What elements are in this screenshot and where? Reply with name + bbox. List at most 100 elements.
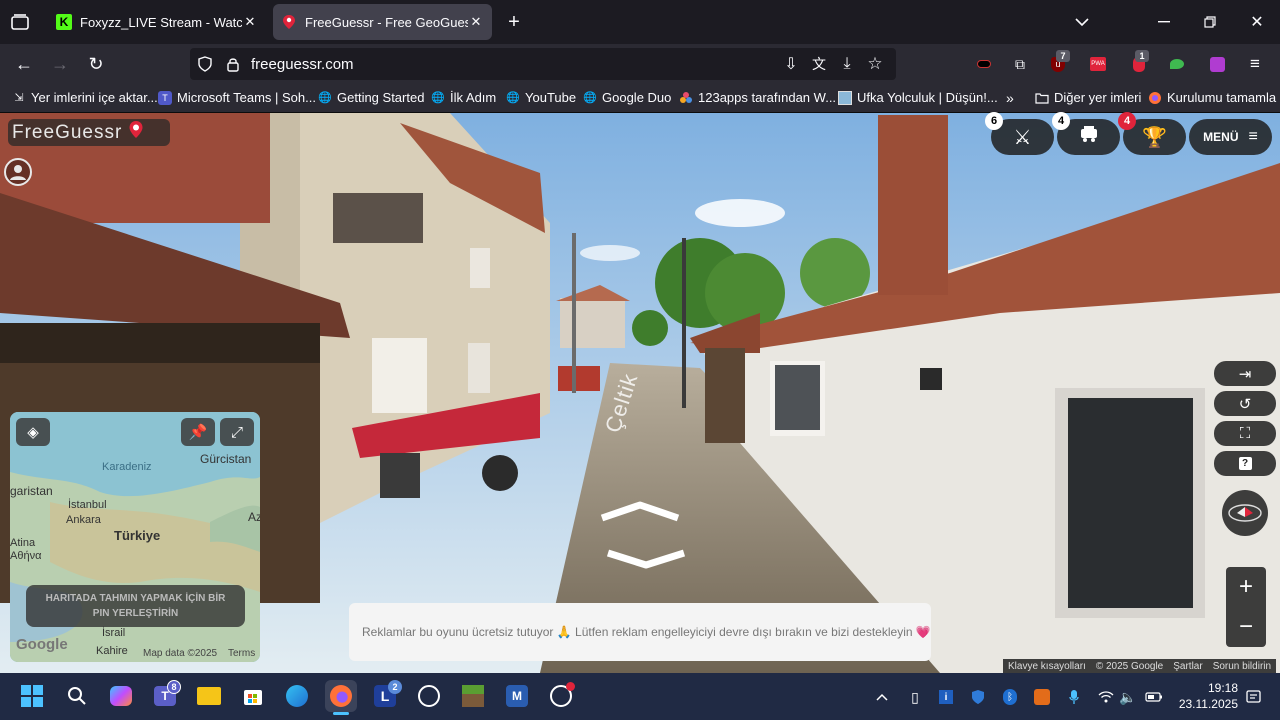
windows-start-icon[interactable]: [16, 680, 48, 712]
keyboard-shortcuts-link[interactable]: Klavye kısayolları: [1003, 661, 1091, 672]
terms-link[interactable]: Şartlar: [1168, 661, 1207, 672]
sync-app-icon[interactable]: [1032, 687, 1052, 707]
fullscreen-icon: ⛶: [1239, 425, 1251, 442]
extension-leaf-icon[interactable]: [1168, 55, 1186, 73]
fullscreen-button[interactable]: ⛶: [1214, 421, 1276, 446]
proton-vpn-icon[interactable]: [413, 680, 445, 712]
tracking-shield-icon[interactable]: [196, 55, 214, 73]
bookmark-label: Kurulumu tamamla: [1167, 90, 1277, 105]
extension-purple-icon[interactable]: [1208, 55, 1226, 73]
map-label-bulgaria: garistan: [10, 484, 53, 498]
close-window-icon[interactable]: ✕: [1247, 12, 1267, 32]
zoom-out-button[interactable]: −: [1226, 610, 1266, 644]
help-button[interactable]: ?: [1214, 451, 1276, 476]
firefox-taskbar-icon[interactable]: [325, 680, 357, 712]
chatgpt-notification-dot: [566, 682, 575, 691]
windows-taskbar: [0, 673, 1280, 720]
active-app-indicator: [333, 712, 349, 715]
info-app-icon[interactable]: i: [936, 687, 956, 707]
pushpin-icon: 📌: [188, 424, 208, 441]
return-to-start-button[interactable]: ↺: [1214, 391, 1276, 416]
bookmark-label: Yer imlerini içe aktar...: [31, 90, 158, 105]
extension-dark-icon[interactable]: [975, 55, 993, 73]
close-tab-icon[interactable]: ✕: [242, 14, 258, 30]
tab-foxyzz-stream[interactable]: K Foxyzz_LIVE Stream - Watch Live ✕: [48, 4, 266, 40]
bluetooth-icon[interactable]: ᛒ: [1000, 687, 1020, 707]
bookmark-ilk-adim[interactable]: 🌐 İlk Adım: [431, 90, 496, 105]
report-problem-link[interactable]: Sorun bildirin: [1208, 661, 1276, 672]
volume-icon[interactable]: 🔈: [1118, 687, 1138, 707]
globe-icon: 🌐: [318, 92, 332, 104]
extensions-puzzle-icon[interactable]: ⧉: [1011, 55, 1029, 73]
bookmark-youtube[interactable]: 🌐 YouTube: [506, 90, 576, 105]
map-label-istanbul: İstanbul: [68, 499, 107, 511]
file-explorer-icon[interactable]: [193, 680, 225, 712]
bookmark-ufka-yolculuk[interactable]: Ufka Yolculuk | Düşün!...: [838, 90, 998, 105]
map-expand-button[interactable]: ⤢: [220, 418, 254, 446]
zoom-in-button[interactable]: +: [1226, 570, 1266, 604]
extension-pwa-icon[interactable]: PWA: [1089, 55, 1107, 73]
compass-icon[interactable]: [1222, 490, 1268, 536]
bookmark-label: Microsoft Teams | Soh...: [177, 90, 316, 105]
minecraft-icon[interactable]: [457, 680, 489, 712]
expand-icon: ⤢: [230, 423, 243, 441]
save-page-icon[interactable]: ⤓: [838, 55, 856, 73]
map-data-attribution: Map data ©2025: [143, 648, 218, 659]
tab-freeguessr[interactable]: FreeGuessr - Free GeoGuessr Al ✕: [273, 4, 492, 40]
globe-icon: 🌐: [506, 92, 520, 104]
kick-logo-icon: K: [56, 14, 72, 30]
ublock-count-badge: 7: [1056, 50, 1070, 62]
windows-security-icon[interactable]: [968, 687, 988, 707]
bookmark-star-icon[interactable]: ☆: [866, 54, 884, 73]
logo-pin-icon: [128, 120, 144, 146]
system-clock[interactable]: 19:18 23.11.2025: [1176, 680, 1238, 712]
notifications-icon[interactable]: [1244, 687, 1264, 707]
reload-icon[interactable]: ↻: [86, 54, 106, 74]
map-pin-lock-button[interactable]: 📌: [181, 418, 215, 446]
bookmarks-overflow-chevron-icon[interactable]: »: [1006, 90, 1014, 106]
app-menu-hamburger-icon[interactable]: ≡: [1246, 54, 1264, 73]
app-purple-m-icon[interactable]: M: [501, 680, 533, 712]
bookmark-google-duo[interactable]: 🌐 Google Duo: [583, 90, 671, 105]
bookmark-label: İlk Adım: [450, 90, 497, 105]
search-icon[interactable]: [61, 680, 93, 712]
bookmark-complete-setup[interactable]: Kurulumu tamamla: [1148, 90, 1276, 105]
bookmark-import[interactable]: ⇲ Yer imlerini içe aktar...: [12, 90, 158, 105]
usb-device-icon[interactable]: ▯: [905, 687, 925, 707]
map-label-karadeniz: Karadeniz: [102, 461, 152, 473]
map-layers-button[interactable]: ◈: [16, 418, 50, 446]
restore-icon[interactable]: [1200, 12, 1220, 32]
globe-icon: 🌐: [431, 92, 445, 104]
bookmark-123apps[interactable]: 123apps tarafından W...: [679, 90, 836, 105]
profile-avatar-icon[interactable]: [4, 158, 32, 186]
bookmark-label: Diğer yer imleri: [1054, 90, 1142, 105]
logo-text: FreeGuessr: [12, 121, 123, 143]
battle-count-badge: 6: [985, 112, 1003, 130]
freeguessr-logo[interactable]: FreeGuessr: [8, 119, 170, 146]
tab-list-icon[interactable]: [8, 12, 32, 32]
copyright-label: © 2025 Google: [1095, 660, 1164, 672]
back-arrow-icon[interactable]: ←: [14, 54, 34, 74]
globe-icon: 🌐: [583, 92, 597, 104]
translate-icon[interactable]: 文: [810, 55, 828, 73]
new-tab-icon[interactable]: +: [504, 11, 524, 33]
tab-overflow-chevron-icon[interactable]: [1072, 12, 1092, 32]
collapse-panel-button[interactable]: ⇥: [1214, 361, 1276, 386]
wifi-icon[interactable]: [1096, 687, 1116, 707]
microsoft-store-icon[interactable]: [237, 680, 269, 712]
copilot-icon[interactable]: [105, 680, 137, 712]
battery-icon[interactable]: [1144, 687, 1164, 707]
microphone-icon[interactable]: [1064, 687, 1084, 707]
lock-icon[interactable]: [224, 55, 242, 73]
123apps-icon: [679, 91, 693, 105]
close-tab-icon[interactable]: ✕: [468, 14, 484, 30]
install-app-icon[interactable]: ⇩: [782, 55, 800, 73]
forward-arrow-icon[interactable]: →: [50, 54, 70, 74]
menu-button[interactable]: MENÜ ≡: [1189, 119, 1272, 155]
show-hidden-icons-chevron-icon[interactable]: [872, 687, 892, 707]
minimize-icon[interactable]: [1154, 12, 1174, 32]
bookmark-getting-started[interactable]: 🌐 Getting Started: [318, 90, 424, 105]
bookmark-other-folder[interactable]: Diğer yer imleri: [1035, 90, 1141, 105]
bookmark-teams[interactable]: T Microsoft Teams | Soh...: [158, 90, 316, 105]
edge-browser-icon[interactable]: [281, 680, 313, 712]
